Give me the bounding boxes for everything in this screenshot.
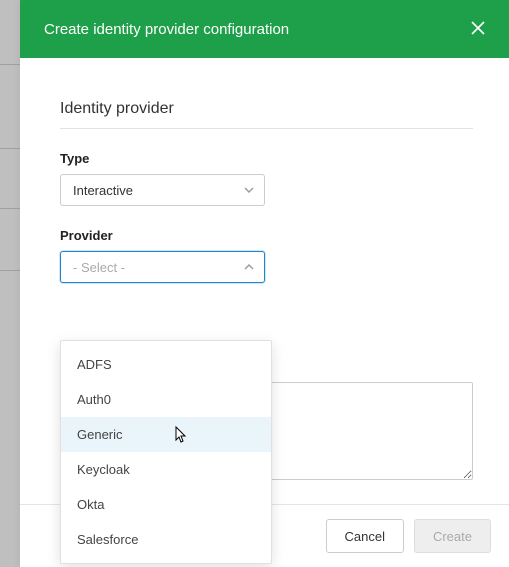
cancel-button[interactable]: Cancel (326, 519, 404, 553)
provider-option[interactable]: Generic (61, 417, 271, 452)
provider-select[interactable]: - Select - (60, 251, 265, 283)
chevron-down-icon (244, 185, 254, 195)
provider-option[interactable]: Okta (61, 487, 271, 522)
cursor-pointer-icon (170, 425, 188, 447)
provider-option[interactable]: Auth0 (61, 382, 271, 417)
provider-field: Provider - Select - ADFSAuth0GenericKeyc… (60, 228, 473, 283)
modal-backdrop (0, 0, 20, 567)
type-field: Type Interactive (60, 151, 473, 206)
provider-label: Provider (60, 228, 473, 243)
close-icon (471, 21, 485, 38)
section-heading: Identity provider (60, 100, 473, 129)
provider-option[interactable]: ADFS (61, 347, 271, 382)
type-select[interactable]: Interactive (60, 174, 265, 206)
panel-title: Create identity provider configuration (44, 21, 289, 38)
provider-dropdown[interactable]: ADFSAuth0GenericKeycloakOktaSalesforce (60, 340, 272, 564)
type-select-value: Interactive (73, 183, 133, 198)
panel-body: Identity provider Type Interactive Provi… (20, 58, 509, 504)
create-button[interactable]: Create (414, 519, 491, 553)
create-idp-panel: Create identity provider configuration I… (20, 0, 509, 567)
panel-header: Create identity provider configuration (20, 0, 509, 58)
chevron-up-icon (244, 262, 254, 272)
provider-option[interactable]: Keycloak (61, 452, 271, 487)
close-button[interactable] (467, 17, 489, 42)
type-label: Type (60, 151, 473, 166)
provider-select-placeholder: - Select - (73, 260, 125, 275)
provider-option[interactable]: Salesforce (61, 522, 271, 557)
